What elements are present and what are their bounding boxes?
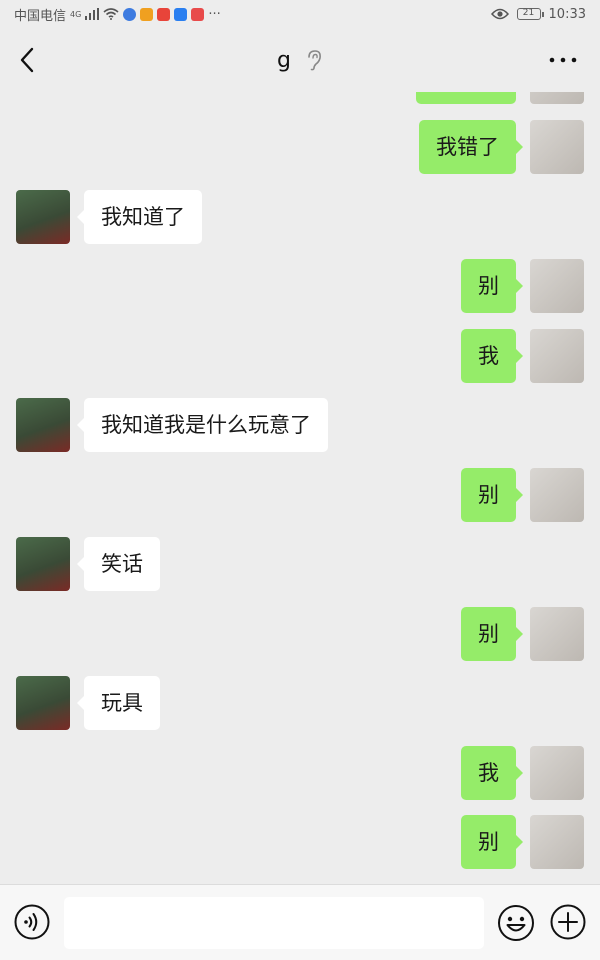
my-avatar[interactable] [530, 259, 584, 313]
message-bubble[interactable]: 别 [461, 259, 523, 313]
contact-avatar[interactable] [16, 190, 70, 244]
app-notification-icon-5 [191, 7, 205, 21]
network-label: 4G [70, 9, 82, 19]
message-bubble[interactable]: 我错了 [419, 120, 523, 174]
contact-avatar[interactable] [16, 676, 70, 730]
message-bubble[interactable]: 别 [461, 468, 523, 522]
message-row: 别 [0, 607, 600, 661]
chat-header: g [0, 28, 600, 92]
chat-title: g [277, 47, 291, 73]
my-avatar[interactable] [530, 468, 584, 522]
carrier-label: 中国电信 [14, 8, 67, 24]
signal-icon [85, 8, 100, 20]
app-notification-icon-1 [123, 7, 137, 21]
message-row: 笑话 [0, 537, 600, 591]
message-row: 玩具 [0, 676, 600, 730]
clock: 10:33 [548, 6, 586, 22]
status-bar: 中国电信 4G ··· 21 10:33 [0, 0, 600, 28]
eye-icon [490, 8, 509, 20]
message-row [0, 92, 600, 104]
app-notification-icon-4 [174, 7, 188, 21]
voice-icon[interactable] [14, 904, 50, 940]
message-row: 我知道了 [0, 190, 600, 244]
message-row: 我知道我是什么玩意了 [0, 398, 600, 452]
my-avatar[interactable] [530, 120, 584, 174]
battery-level: 21 [522, 8, 535, 18]
message-row: 别 [0, 468, 600, 522]
my-avatar[interactable] [530, 607, 584, 661]
ear-icon [308, 50, 321, 71]
contact-avatar[interactable] [16, 398, 70, 452]
message-bubble[interactable]: 玩具 [77, 676, 160, 730]
message-bubble[interactable]: 我知道我是什么玩意了 [77, 398, 328, 452]
message-bubble[interactable]: 我 [461, 329, 523, 383]
my-avatar[interactable] [530, 815, 584, 869]
more-dots-icon[interactable] [548, 50, 578, 70]
emoji-icon[interactable] [497, 904, 535, 942]
message-input[interactable] [64, 897, 484, 949]
message-list[interactable]: 我错了 我知道了 别 我 我知道我是什么玩意了 别 笑话 别 玩具 我 别 [0, 92, 600, 884]
message-bubble[interactable]: 我 [461, 746, 523, 800]
title-wrap: g [0, 28, 600, 92]
input-bar [0, 884, 600, 960]
message-bubble[interactable]: 别 [461, 815, 523, 869]
wifi-icon [103, 8, 119, 20]
overflow-label: ··· [208, 6, 221, 22]
status-right: 21 10:33 [490, 6, 586, 22]
my-avatar[interactable] [530, 329, 584, 383]
message-row: 我 [0, 746, 600, 800]
message-bubble[interactable]: 我知道了 [77, 190, 202, 244]
app-notification-icon-2 [140, 7, 154, 21]
message-bubble[interactable]: 别 [461, 607, 523, 661]
message-row: 我 [0, 329, 600, 383]
message-bubble[interactable]: 笑话 [77, 537, 160, 591]
app-notification-icon-3 [157, 7, 171, 21]
my-avatar[interactable] [530, 746, 584, 800]
plus-icon[interactable] [550, 904, 586, 940]
contact-avatar[interactable] [16, 537, 70, 591]
battery-icon: 21 [516, 8, 544, 20]
my-avatar[interactable] [530, 92, 584, 104]
message-row: 别 [0, 815, 600, 869]
message-row: 别 [0, 259, 600, 313]
message-bubble[interactable] [416, 92, 516, 104]
status-left: 中国电信 4G ··· [14, 5, 221, 24]
message-row: 我错了 [0, 120, 600, 174]
